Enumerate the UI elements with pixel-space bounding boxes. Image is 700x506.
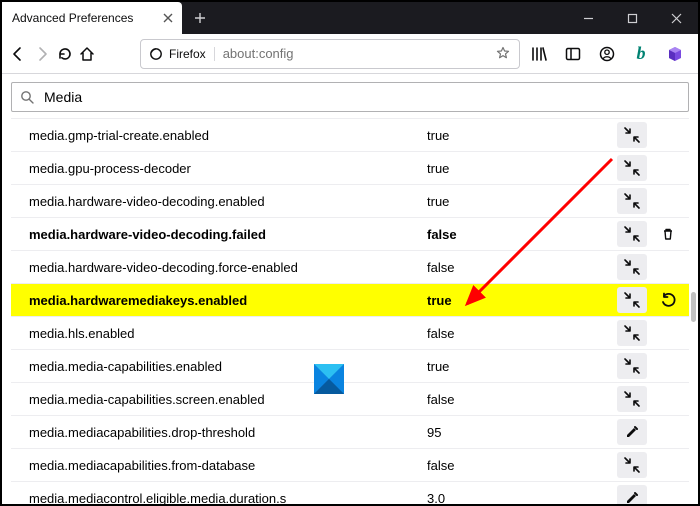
config-row[interactable]: media.hardwaremediakeys.enabledtrue xyxy=(11,284,689,317)
window-controls xyxy=(566,2,698,34)
forward-button[interactable] xyxy=(32,39,52,69)
edit-button[interactable] xyxy=(617,485,647,504)
config-row[interactable]: media.mediacontrol.eligible.media.durati… xyxy=(11,482,689,504)
bookmark-star-icon[interactable] xyxy=(495,46,511,62)
close-tab-icon[interactable] xyxy=(162,12,174,24)
toggle-button[interactable] xyxy=(617,221,647,247)
toggle-button[interactable] xyxy=(617,188,647,214)
library-button[interactable] xyxy=(524,39,554,69)
config-row[interactable]: media.hls.enabledfalse xyxy=(11,317,689,350)
reset-button[interactable] xyxy=(653,287,683,313)
pref-value: false xyxy=(427,326,617,341)
config-row[interactable]: media.hardware-video-decoding.force-enab… xyxy=(11,251,689,284)
edit-button[interactable] xyxy=(617,419,647,445)
delete-button[interactable] xyxy=(653,221,683,247)
pref-value: false xyxy=(427,392,617,407)
address-bar[interactable]: Firefox about:config xyxy=(140,39,520,69)
browser-tab[interactable]: Advanced Preferences xyxy=(2,2,182,34)
pref-value: true xyxy=(427,128,617,143)
home-button[interactable] xyxy=(78,39,96,69)
pref-value: true xyxy=(427,293,617,308)
toolbar-right: b xyxy=(524,39,700,69)
pref-value: false xyxy=(427,260,617,275)
pref-value: false xyxy=(427,227,617,242)
toggle-button[interactable] xyxy=(617,320,647,346)
toggle-button[interactable] xyxy=(617,122,647,148)
config-search-input[interactable] xyxy=(42,88,680,106)
pref-value: 95 xyxy=(427,425,617,440)
pref-value: true xyxy=(427,161,617,176)
config-row[interactable]: media.mediacapabilities.drop-threshold95 xyxy=(11,416,689,449)
bing-icon: b xyxy=(637,43,646,64)
toggle-button[interactable] xyxy=(617,353,647,379)
toggle-button[interactable] xyxy=(617,155,647,181)
title-bar: Advanced Preferences xyxy=(2,2,698,34)
identity-label: Firefox xyxy=(169,47,206,61)
pref-name: media.media-capabilities.screen.enabled xyxy=(29,392,427,407)
pref-value: true xyxy=(427,359,617,374)
pref-name: media.mediacontrol.eligible.media.durati… xyxy=(29,491,427,505)
maximize-button[interactable] xyxy=(610,2,654,34)
toggle-button[interactable] xyxy=(617,452,647,478)
reload-button[interactable] xyxy=(56,39,74,69)
minimize-button[interactable] xyxy=(566,2,610,34)
pref-name: media.hardware-video-decoding.force-enab… xyxy=(29,260,427,275)
toggle-button[interactable] xyxy=(617,254,647,280)
pref-name: media.hardware-video-decoding.enabled xyxy=(29,194,427,209)
sidebar-button[interactable] xyxy=(558,39,588,69)
config-row[interactable]: media.gmp-trial-create.enabledtrue xyxy=(11,119,689,152)
extension-button[interactable] xyxy=(660,39,690,69)
config-row[interactable]: media.hardware-video-decoding.failedfals… xyxy=(11,218,689,251)
config-table: media.gmp-trial-create.enabledtruemedia.… xyxy=(11,118,689,504)
pref-name: media.gmp-trial-create.enabled xyxy=(29,128,427,143)
address-text: about:config xyxy=(223,46,487,61)
pref-name: media.hardware-video-decoding.failed xyxy=(29,227,427,242)
pref-name: media.mediacapabilities.drop-threshold xyxy=(29,425,427,440)
pref-name: media.mediacapabilities.from-database xyxy=(29,458,427,473)
close-window-button[interactable] xyxy=(654,2,698,34)
config-row[interactable]: media.mediacapabilities.from-databasefal… xyxy=(11,449,689,482)
new-tab-button[interactable] xyxy=(186,4,214,32)
app-menu-button[interactable] xyxy=(694,39,700,69)
toggle-button[interactable] xyxy=(617,287,647,313)
toggle-button[interactable] xyxy=(617,386,647,412)
pref-name: media.hls.enabled xyxy=(29,326,427,341)
pref-name: media.hardwaremediakeys.enabled xyxy=(29,293,427,308)
nav-toolbar: Firefox about:config b xyxy=(2,34,698,74)
pref-name: media.media-capabilities.enabled xyxy=(29,359,427,374)
identity-box[interactable]: Firefox xyxy=(149,47,215,61)
config-row[interactable]: media.hardware-video-decoding.enabledtru… xyxy=(11,185,689,218)
back-button[interactable] xyxy=(8,39,28,69)
pref-value: true xyxy=(427,194,617,209)
scrollbar-thumb[interactable] xyxy=(691,292,696,322)
pref-name: media.gpu-process-decoder xyxy=(29,161,427,176)
bing-button[interactable]: b xyxy=(626,39,656,69)
tab-title: Advanced Preferences xyxy=(12,11,154,25)
firefox-icon xyxy=(149,47,163,61)
pref-value: 3.0 xyxy=(427,491,617,505)
account-button[interactable] xyxy=(592,39,622,69)
search-icon xyxy=(20,90,34,104)
config-row[interactable]: media.media-capabilities.screen.enabledf… xyxy=(11,383,689,416)
content-area: media.gmp-trial-create.enabledtruemedia.… xyxy=(2,74,698,504)
config-row[interactable]: media.media-capabilities.enabledtrue xyxy=(11,350,689,383)
config-row[interactable]: media.gpu-process-decodertrue xyxy=(11,152,689,185)
config-search[interactable] xyxy=(11,82,689,112)
pref-value: false xyxy=(427,458,617,473)
cube-icon xyxy=(666,45,684,63)
